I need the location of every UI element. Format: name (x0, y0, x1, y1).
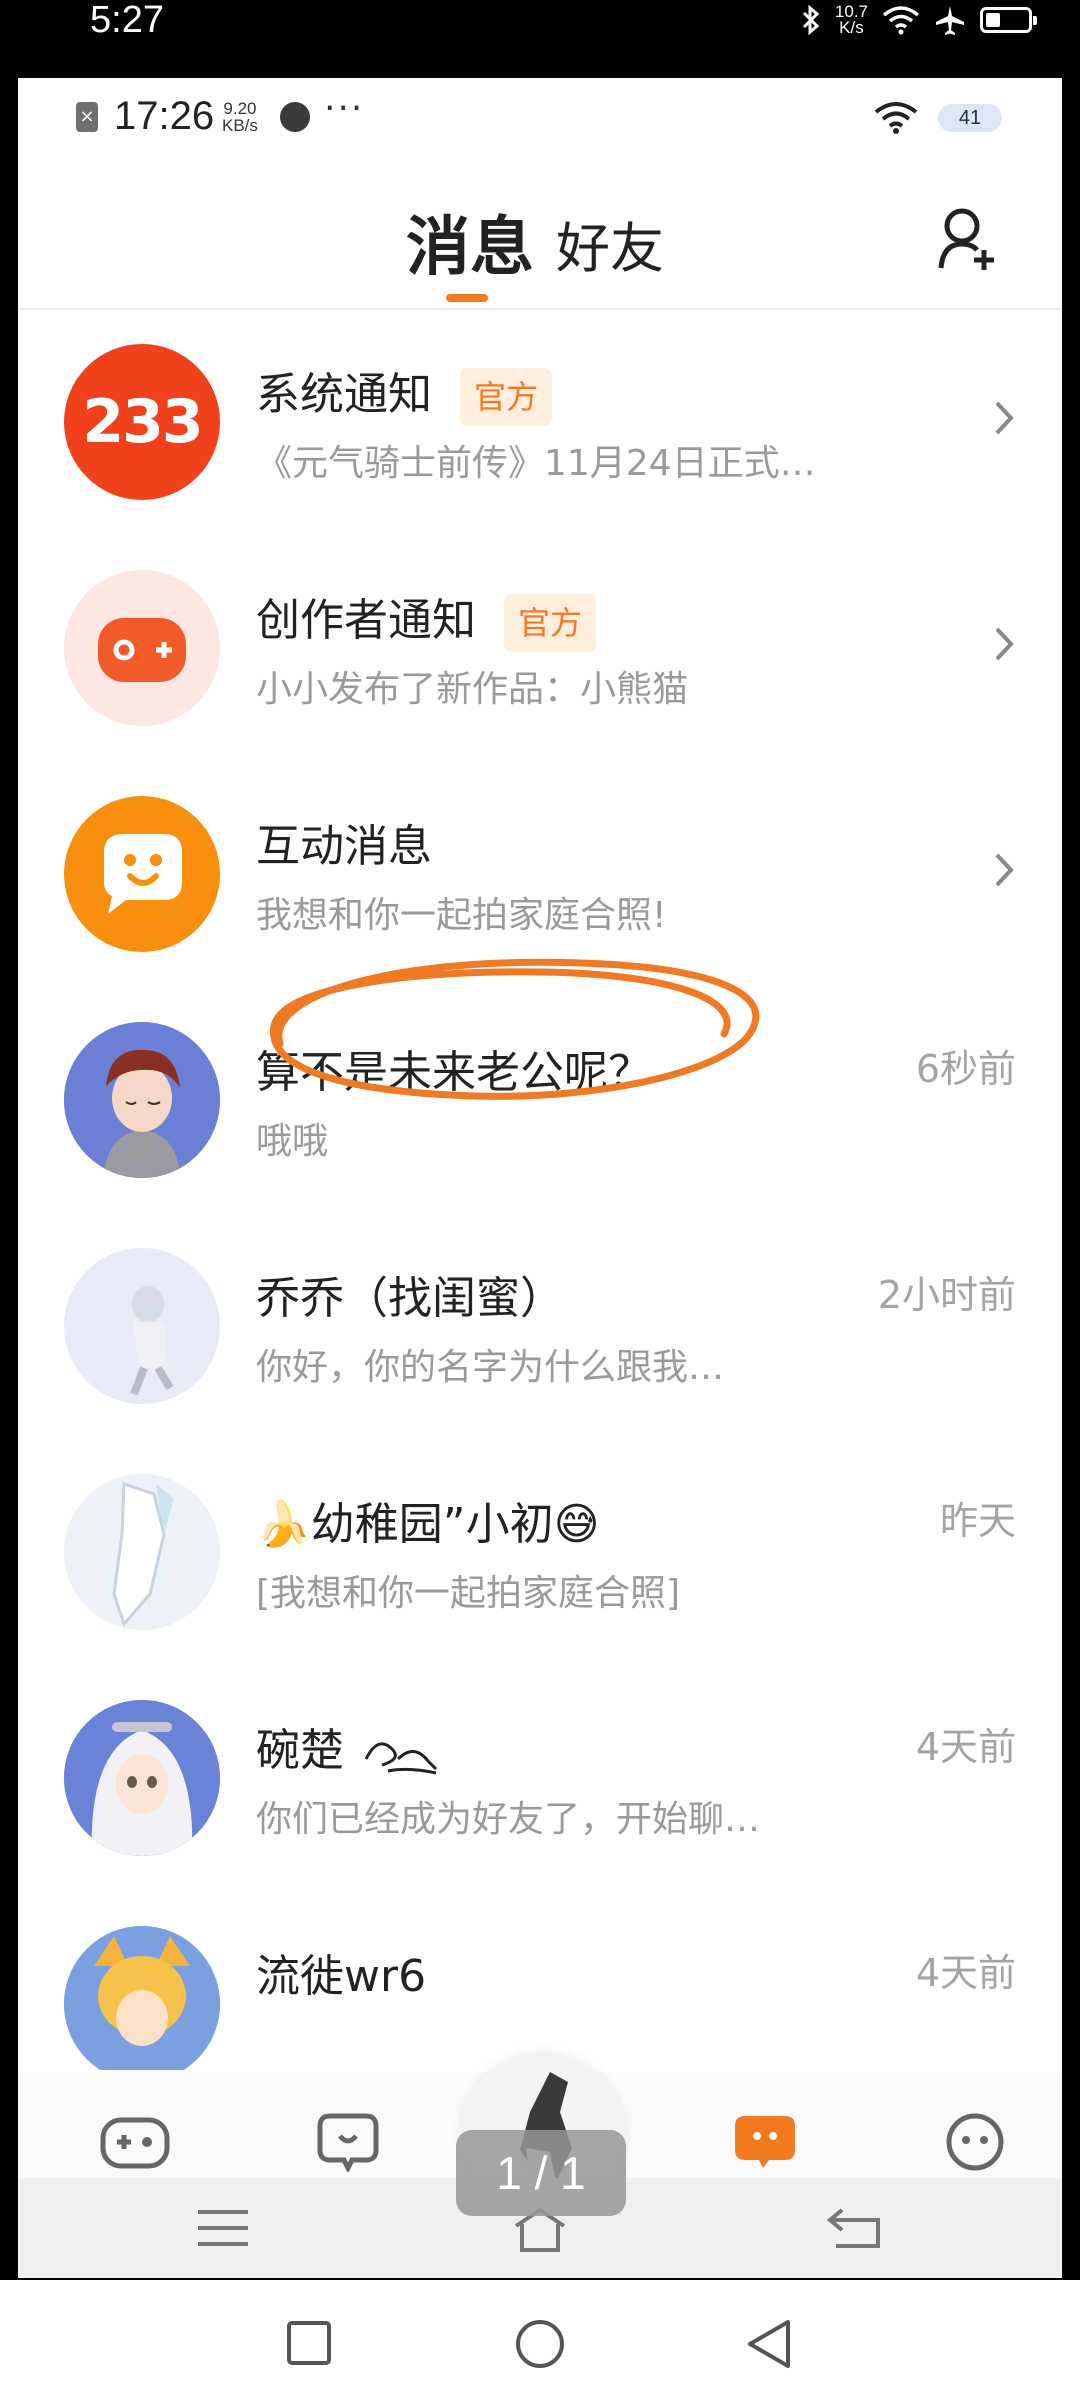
device-nav-bar (0, 2280, 1080, 2400)
user-avatar (64, 1926, 220, 2070)
more-notifications: ··· (324, 88, 365, 129)
page-indicator: 1 / 1 (456, 2130, 626, 2216)
app-clock: 17:26 (114, 94, 215, 138)
conversation-name: 乔乔（找闺蜜） (256, 1273, 564, 1324)
official-badge: 官方 (504, 594, 597, 652)
conversation-time: 昨天 (939, 1499, 1016, 1543)
list-item[interactable]: 流徙wr6 4天前 (18, 1892, 1062, 2070)
gamepad-icon (100, 2117, 170, 2169)
bluetooth-icon (802, 5, 820, 35)
signature-icon (364, 1742, 438, 1775)
conversation-preview: 你好，你的名字为什么跟我… (256, 1347, 725, 1388)
conversation-preview: 小小发布了新作品：小熊猫 (256, 669, 689, 710)
list-item[interactable]: 🍌幼稚园”小初😅 [我想和你一起拍家庭合照] 昨天 (18, 1440, 1062, 1666)
conversation-time: 2小时前 (877, 1273, 1016, 1317)
wifi-icon (882, 6, 920, 35)
battery-icon (980, 7, 1037, 33)
chevron-right-icon (995, 627, 1014, 661)
conversation-name: 算不是未来老公呢？ (256, 1047, 652, 1098)
battery-level: 41 (938, 104, 1002, 132)
conversation-name: 系统通知 (256, 369, 432, 420)
user-avatar (64, 1700, 220, 1856)
anime-girl-avatar (64, 1248, 220, 1404)
anime-boy-avatar (64, 1022, 220, 1178)
conversation-name: 互动消息 (256, 821, 432, 872)
conversation-preview: 《元气骑士前传》11月24日正式… (256, 443, 816, 484)
chevron-right-icon (995, 853, 1014, 887)
tab-messages[interactable]: 消息 (406, 196, 534, 288)
conversation-name: 创作者通知 (256, 595, 476, 646)
chat-face-icon (104, 834, 182, 914)
user-avatar (64, 1474, 220, 1630)
list-item[interactable]: 互动消息 我想和你一起拍家庭合照! (18, 762, 1062, 988)
conversation-preview: 我想和你一起拍家庭合照! (256, 895, 667, 936)
sim-off-icon: × (76, 102, 98, 132)
list-item[interactable]: 算不是未来老公呢？ 哦哦 6秒前 (18, 988, 1062, 1214)
list-item[interactable]: 乔乔（找闺蜜） 你好，你的名字为什么跟我… 2小时前 (18, 1214, 1062, 1440)
conversation-preview: [我想和你一起拍家庭合照] (256, 1573, 681, 1614)
conversation-time: 6秒前 (915, 1047, 1016, 1091)
menu-icon[interactable] (196, 2208, 250, 2248)
conversation-name: 碗楚 (256, 1725, 344, 1776)
list-item[interactable]: 碗楚 你们已经成为好友了，开始聊… 4天前 (18, 1666, 1062, 1892)
conversation-time: 4天前 (915, 1951, 1016, 1995)
device-clock: 5:27 (90, 0, 164, 41)
user-avatar (64, 1022, 220, 1178)
chevron-right-icon (995, 401, 1014, 435)
device-status-bar: 5:27 10.7 K/s (0, 0, 1080, 58)
white-hair-girl-avatar (64, 1700, 220, 1856)
home-circle-icon[interactable] (514, 2318, 566, 2370)
user-avatar (64, 1248, 220, 1404)
system-notice-avatar: 233 (64, 344, 220, 500)
conversation-preview: 哦哦 (256, 1121, 329, 1162)
recents-square-icon[interactable] (286, 2320, 332, 2366)
add-friend-icon[interactable] (938, 206, 1000, 272)
message-header: 消息 好友 (18, 158, 1062, 310)
conversation-name: 流徙wr6 (256, 1951, 427, 2002)
app-screen: × 17:26 9.20 KB/s ··· 41 消息 好友 233 系统通知 官方… (18, 78, 1062, 2278)
wifi-icon (874, 102, 918, 134)
conversation-preview: 你们已经成为好友了，开始聊… (256, 1799, 761, 1840)
message-icon (735, 2116, 795, 2168)
net-speed: 10.7 K/s (834, 2, 868, 37)
interaction-avatar (64, 796, 220, 952)
airplane-icon (936, 6, 964, 35)
active-tab-indicator (446, 294, 488, 302)
conversation-list: 233 系统通知 官方 《元气骑士前传》11月24日正式… 创作者通知 官方 小小发… (18, 310, 1062, 2070)
fox-girl-avatar (64, 1926, 220, 2070)
list-item[interactable]: 233 系统通知 官方 《元气骑士前传》11月24日正式… (18, 310, 1062, 536)
app-status-bar: × 17:26 9.20 KB/s ··· 41 (18, 78, 1062, 158)
character-avatar (64, 1474, 220, 1630)
conversation-name: 🍌幼稚园”小初😅 (256, 1499, 600, 1550)
233-logo: 233 (82, 387, 203, 457)
heart-chat-icon (317, 2113, 379, 2174)
tab-friends[interactable]: 好友 (556, 204, 664, 283)
notification-dot-icon (280, 102, 310, 132)
back-icon[interactable] (826, 2206, 882, 2250)
gamepad-icon (98, 618, 186, 682)
list-item[interactable]: 创作者通知 官方 小小发布了新作品：小熊猫 (18, 536, 1062, 762)
profile-face-icon (946, 2113, 1004, 2171)
app-net-speed: 9.20 KB/s (222, 99, 258, 135)
conversation-time: 4天前 (915, 1725, 1016, 1769)
creator-notice-avatar (64, 570, 220, 726)
back-triangle-icon[interactable] (744, 2318, 792, 2370)
official-badge: 官方 (460, 368, 553, 426)
